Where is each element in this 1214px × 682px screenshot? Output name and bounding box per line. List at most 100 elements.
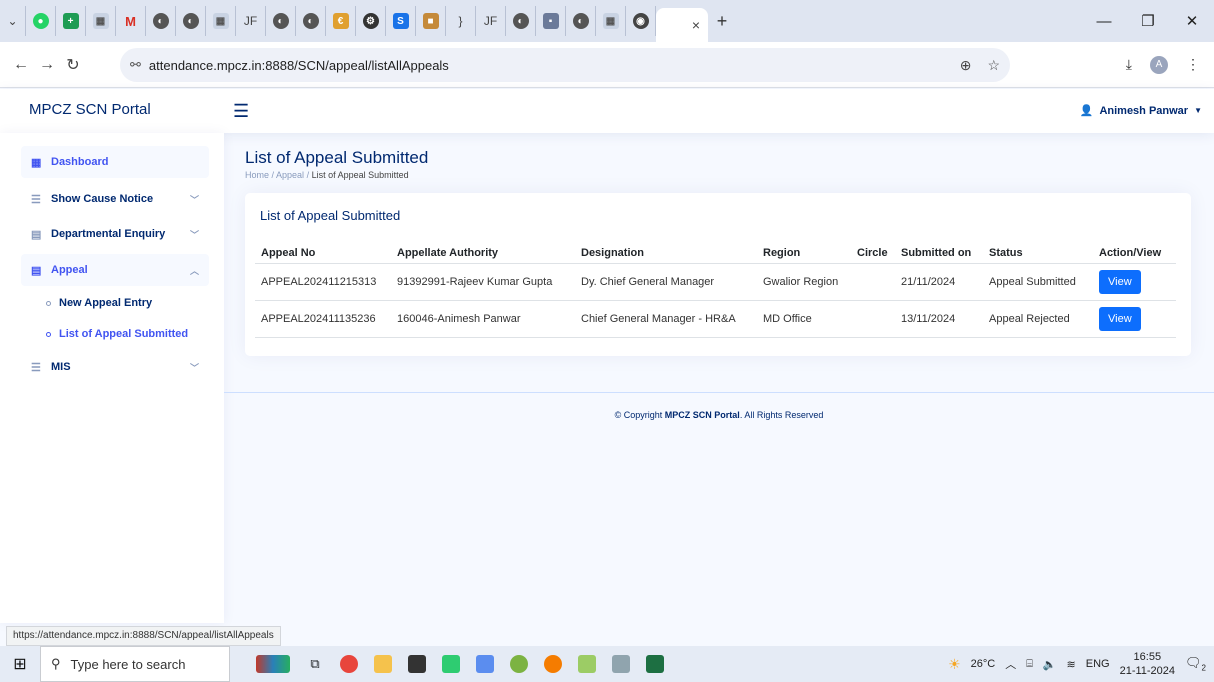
- app-logo[interactable]: MPCZ SCN Portal: [29, 101, 151, 118]
- tab-whatsapp[interactable]: ●: [26, 6, 56, 36]
- taskbar-excel-icon[interactable]: [638, 646, 672, 682]
- tab-chart-2[interactable]: ▦: [206, 6, 236, 36]
- cell-status: Appeal Rejected: [983, 300, 1093, 338]
- sidebar-subitem-new-appeal[interactable]: New Appeal Entry: [46, 297, 152, 309]
- col-appeal-no: Appeal No: [255, 243, 391, 264]
- task-view-icon[interactable]: ⧉: [298, 646, 332, 682]
- chevron-down-icon: ﹀: [189, 229, 199, 240]
- cell-region: MD Office: [757, 300, 851, 338]
- wifi-icon[interactable]: ≋: [1067, 658, 1076, 671]
- taskbar-app-leaf[interactable]: [502, 646, 536, 682]
- tab-app-4[interactable]: ■: [416, 6, 446, 36]
- link-status-bar: https://attendance.mpcz.in:8888/SCN/appe…: [6, 626, 281, 646]
- view-button[interactable]: View: [1099, 306, 1141, 331]
- taskbar-app-books[interactable]: [248, 646, 298, 682]
- weather-temp[interactable]: 26°C: [971, 658, 996, 670]
- tab-chart[interactable]: ▦: [86, 6, 116, 36]
- cell-status: Appeal Submitted: [983, 263, 1093, 301]
- sidebar-item-departmental-enquiry[interactable]: ▤ Departmental Enquiry ﹀: [21, 218, 209, 250]
- tab-jf-2[interactable]: JF: [476, 6, 506, 36]
- clock-time: 16:55: [1133, 651, 1162, 663]
- grid-icon: ▦: [31, 156, 42, 169]
- tab-chart-3[interactable]: ▦: [596, 6, 626, 36]
- view-button[interactable]: View: [1099, 269, 1141, 294]
- sidebar: ▦ Dashboard ☰ Show Cause Notice ﹀ ▤ Depa…: [0, 133, 224, 623]
- taskbar-folder-icon[interactable]: [366, 646, 400, 682]
- sidebar-subitem-list-appeals[interactable]: List of Appeal Submitted: [46, 328, 188, 340]
- weather-icon[interactable]: ☀: [948, 656, 961, 673]
- tab-globe-4[interactable]: ◐: [296, 6, 326, 36]
- taskbar-app-tablet[interactable]: [604, 646, 638, 682]
- back-icon[interactable]: ←: [8, 56, 34, 74]
- network-icon[interactable]: ⌸: [1026, 658, 1033, 671]
- cell-authority: 91392991-Rajeev Kumar Gupta: [391, 263, 575, 301]
- taskbar-chrome-icon[interactable]: [332, 646, 366, 682]
- breadcrumb-home[interactable]: Home: [245, 170, 269, 180]
- browser-menu-icon[interactable]: ⋮: [1186, 56, 1200, 73]
- language-indicator[interactable]: ENG: [1086, 658, 1110, 670]
- site-settings-icon[interactable]: ⚯: [130, 57, 141, 73]
- sidebar-item-mis[interactable]: ☰ MIS ﹀: [21, 351, 209, 383]
- minimize-icon[interactable]: —: [1082, 13, 1126, 30]
- close-window-icon[interactable]: ✕: [1170, 12, 1214, 30]
- notification-icon[interactable]: 🗨2: [1185, 655, 1206, 673]
- tab-globe-6[interactable]: ◐: [566, 6, 596, 36]
- taskbar-app-blue[interactable]: [468, 646, 502, 682]
- volume-icon[interactable]: 🔈: [1043, 658, 1057, 671]
- app-header: MPCZ SCN Portal ☰ 👤 Animesh Panwar ▼: [0, 89, 1214, 133]
- taskbar-app-green[interactable]: [434, 646, 468, 682]
- tab-app-2[interactable]: ⚙: [356, 6, 386, 36]
- page-title: List of Appeal Submitted: [245, 148, 429, 167]
- sidebar-item-dashboard[interactable]: ▦ Dashboard: [21, 146, 209, 178]
- system-tray: ☀ 26°C ︿ ⌸ 🔈 ≋ ENG 16:55 21-11-2024 🗨2: [948, 646, 1206, 682]
- windows-start-icon[interactable]: ⊞: [0, 654, 40, 674]
- cell-action: View: [1093, 300, 1176, 338]
- tab-app-5[interactable]: ▪: [536, 6, 566, 36]
- footer-brand: MPCZ SCN Portal: [664, 410, 740, 420]
- user-name: Animesh Panwar: [1099, 104, 1189, 117]
- sidebar-item-appeal[interactable]: ▤ Appeal ︿: [21, 254, 209, 286]
- menu-toggle-icon[interactable]: ☰: [233, 101, 249, 122]
- new-tab-button[interactable]: +: [708, 11, 736, 32]
- breadcrumb-appeal[interactable]: Appeal: [276, 170, 304, 180]
- restore-icon[interactable]: ❐: [1126, 12, 1170, 30]
- tab-brace[interactable]: }: [446, 6, 476, 36]
- tab-active[interactable]: ×: [656, 8, 708, 42]
- taskbar-search[interactable]: ⚲ Type here to search: [40, 646, 230, 682]
- sidebar-item-label: Appeal: [51, 264, 88, 276]
- tab-globe-3[interactable]: ◐: [266, 6, 296, 36]
- tab-chrome[interactable]: ◉: [626, 6, 656, 36]
- appeals-card: List of Appeal Submitted Appeal No Appel…: [245, 193, 1191, 356]
- tray-chevron-up-icon[interactable]: ︿: [1005, 656, 1016, 672]
- document-icon: ▤: [31, 228, 42, 241]
- tab-app-1[interactable]: €: [326, 6, 356, 36]
- url-bar[interactable]: ⚯ attendance.mpcz.in:8888/SCN/appeal/lis…: [120, 48, 1010, 82]
- tab-search-icon[interactable]: ⌄: [0, 6, 26, 36]
- tab-jf-1[interactable]: JF: [236, 6, 266, 36]
- chevron-up-icon: ︿: [189, 265, 199, 276]
- col-authority: Appellate Authority: [391, 243, 575, 264]
- tab-app-3[interactable]: S: [386, 6, 416, 36]
- tab-globe-1[interactable]: ◐: [146, 6, 176, 36]
- taskbar-app-paint[interactable]: [570, 646, 604, 682]
- browser-tools: ⤓ A ⋮: [1126, 55, 1200, 74]
- download-icon[interactable]: ⤓: [1126, 56, 1132, 73]
- tab-globe-2[interactable]: ◐: [176, 6, 206, 36]
- user-menu[interactable]: 👤 Animesh Panwar ▼: [1080, 104, 1202, 118]
- address-bar-row: ← → ↻ ⚯ attendance.mpcz.in:8888/SCN/appe…: [0, 42, 1214, 88]
- tab-gmail[interactable]: M: [116, 6, 146, 36]
- sidebar-item-label: MIS: [51, 361, 71, 373]
- sidebar-item-show-cause-notice[interactable]: ☰ Show Cause Notice ﹀: [21, 183, 209, 215]
- table-row: APPEAL202411215313 91392991-Rajeev Kumar…: [255, 263, 1176, 301]
- forward-icon[interactable]: →: [34, 56, 60, 74]
- taskbar-clock[interactable]: 16:55 21-11-2024: [1120, 650, 1175, 678]
- reload-icon[interactable]: ↻: [60, 55, 86, 75]
- profile-avatar[interactable]: A: [1150, 55, 1168, 74]
- tab-plus-app[interactable]: +: [56, 6, 86, 36]
- bookmark-star-icon[interactable]: ☆: [987, 57, 1000, 74]
- tab-globe-5[interactable]: ◐: [506, 6, 536, 36]
- close-tab-icon[interactable]: ×: [692, 17, 700, 33]
- taskbar-sticky-icon[interactable]: [400, 646, 434, 682]
- zoom-icon[interactable]: ⊕: [960, 57, 972, 74]
- taskbar-app-orange[interactable]: [536, 646, 570, 682]
